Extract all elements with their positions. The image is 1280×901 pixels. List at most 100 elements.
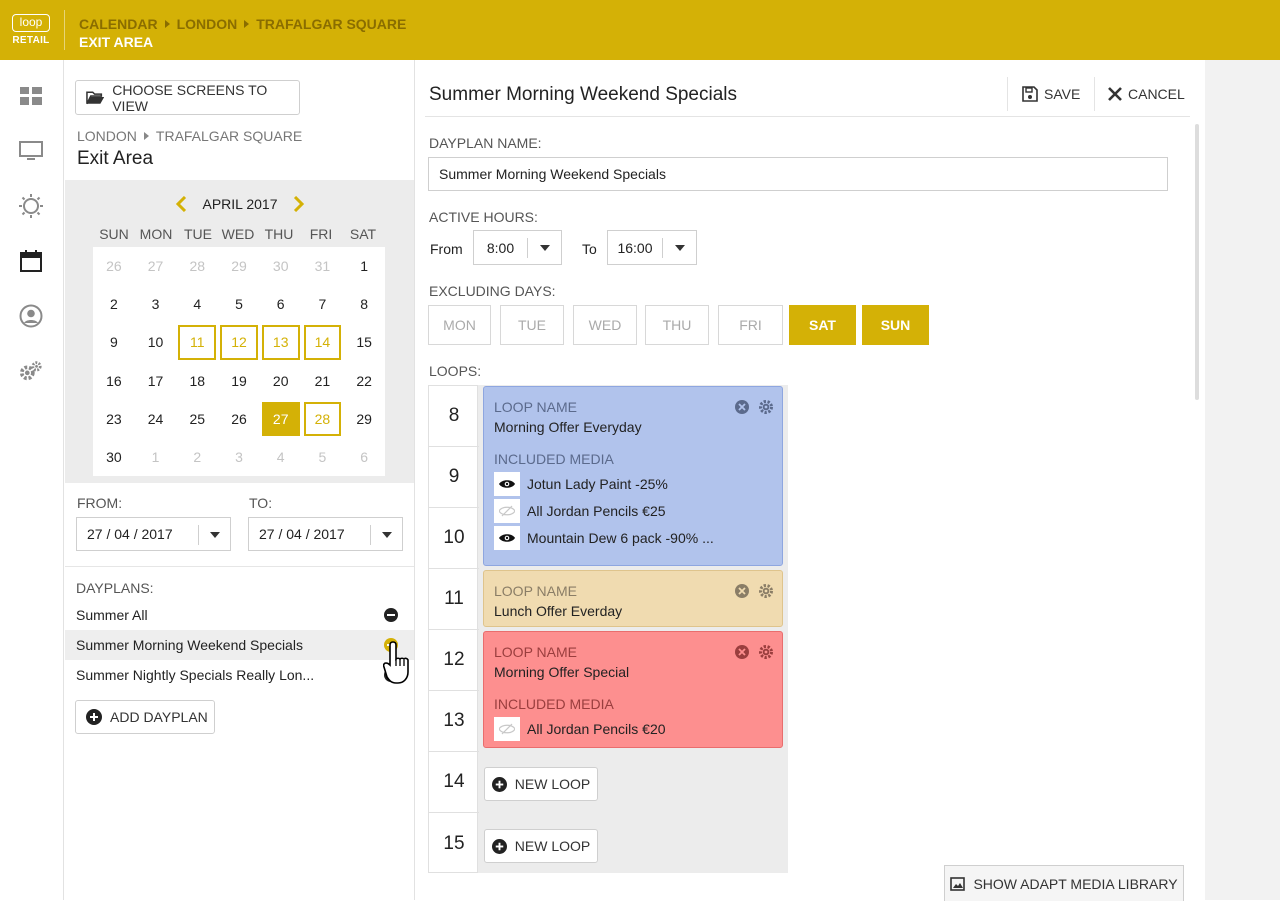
dayplan-item-active[interactable]: Summer Morning Weekend Specials [65,630,414,660]
calendar-day[interactable]: 31 [302,247,344,285]
screen-icon[interactable] [19,139,43,163]
calendar-day[interactable]: 17 [135,362,177,400]
settings-icon[interactable] [19,359,43,383]
breadcrumb-london[interactable]: LONDON [177,16,238,32]
calendar-day[interactable]: 5 [218,285,260,323]
remove-circle-icon[interactable] [734,644,750,660]
from-hour-select[interactable]: 8:00 [473,230,562,265]
logo[interactable]: loop RETAIL [12,14,50,46]
calendar-day[interactable]: 15 [343,323,385,361]
calendar-day[interactable]: 2 [176,438,218,476]
eye-off-icon[interactable] [494,499,520,523]
eye-icon[interactable] [494,526,520,550]
day-toggle-wed[interactable]: WED [573,305,637,345]
calendar-day[interactable]: 16 [93,362,135,400]
scrollbar[interactable] [1195,124,1199,400]
calendar-day-highlighted[interactable]: 14 [302,323,344,361]
day-toggle-tue[interactable]: TUE [500,305,564,345]
calendar-day[interactable]: 28 [176,247,218,285]
calendar-icon[interactable] [19,249,43,273]
calendar-day[interactable]: 21 [302,362,344,400]
calendar-day[interactable]: 24 [135,400,177,438]
eye-off-icon[interactable] [494,717,520,741]
new-loop-button[interactable]: NEW LOOP [484,767,598,801]
cancel-label: CANCEL [1128,86,1185,102]
chevron-down-icon[interactable] [370,525,402,545]
remove-icon[interactable] [384,608,398,622]
calendar-day[interactable]: 3 [135,285,177,323]
cancel-button[interactable]: CANCEL [1108,86,1185,102]
location-place[interactable]: TRAFALGAR SQUARE [156,128,302,144]
gear-icon[interactable] [758,399,774,415]
new-loop-button[interactable]: NEW LOOP [484,829,598,863]
dashboard-icon[interactable] [19,84,43,108]
day-toggle-sun[interactable]: SUN [862,305,929,345]
loop-card[interactable]: LOOP NAME Morning Offer Everyday INCLUDE… [483,386,783,566]
chevron-down-icon[interactable] [198,525,230,545]
calendar-day[interactable]: 29 [218,247,260,285]
topbar-divider [64,10,65,50]
account-icon[interactable] [19,304,43,328]
add-dayplan-button[interactable]: ADD DAYPLAN [75,700,215,734]
calendar-day[interactable]: 20 [260,362,302,400]
calendar-day[interactable]: 30 [260,247,302,285]
calendar-day[interactable]: 29 [343,400,385,438]
remove-circle-icon[interactable] [734,399,750,415]
loop-card[interactable]: LOOP NAME Lunch Offer Everday [483,570,783,627]
save-button[interactable]: SAVE [1022,86,1080,102]
day-toggle-thu[interactable]: THU [645,305,709,345]
calendar-day-highlighted[interactable]: 13 [260,323,302,361]
calendar-day[interactable]: 26 [93,247,135,285]
calendar-day[interactable]: 25 [176,400,218,438]
calendar-day[interactable]: 18 [176,362,218,400]
calendar-day[interactable]: 4 [260,438,302,476]
calendar-day[interactable]: 8 [343,285,385,323]
gear-icon[interactable] [758,644,774,660]
chevron-down-icon[interactable] [527,237,561,258]
eye-icon[interactable] [494,472,520,496]
loop-card[interactable]: LOOP NAME Morning Offer Special INCLUDED… [483,631,783,748]
calendar-day[interactable]: 19 [218,362,260,400]
calendar-day[interactable]: 30 [93,438,135,476]
dayplan-name-input[interactable]: Summer Morning Weekend Specials [428,157,1168,191]
calendar-day[interactable]: 22 [343,362,385,400]
dayplan-item[interactable]: Summer Nightly Specials Really Lon... [65,660,414,690]
day-toggle-mon[interactable]: MON [428,305,491,345]
chevron-down-icon[interactable] [662,237,696,258]
calendar-day[interactable]: 26 [218,400,260,438]
calendar-day[interactable]: 6 [343,438,385,476]
calendar-day[interactable]: 1 [343,247,385,285]
brightness-icon[interactable] [19,194,43,218]
calendar-day[interactable]: 9 [93,323,135,361]
chevron-right-icon[interactable] [293,196,305,212]
calendar-day[interactable]: 27 [135,247,177,285]
gear-icon[interactable] [758,583,774,599]
choose-screens-button[interactable]: CHOOSE SCREENS TO VIEW [75,80,300,115]
location-city[interactable]: LONDON [77,128,137,144]
dayplan-name: Summer Nightly Specials Really Lon... [76,667,315,683]
from-date-field[interactable]: 27 / 04 / 2017 [76,517,231,551]
to-date-field[interactable]: 27 / 04 / 2017 [248,517,403,551]
calendar-day[interactable]: 2 [93,285,135,323]
calendar-day-highlighted[interactable]: 11 [176,323,218,361]
calendar-day[interactable]: 1 [135,438,177,476]
breadcrumb-calendar[interactable]: CALENDAR [79,16,158,32]
to-hour-select[interactable]: 16:00 [607,230,697,265]
calendar-day[interactable]: 10 [135,323,177,361]
calendar-day[interactable]: 7 [302,285,344,323]
remove-circle-icon[interactable] [734,583,750,599]
calendar-day[interactable]: 6 [260,285,302,323]
calendar-day[interactable]: 3 [218,438,260,476]
show-media-library-button[interactable]: SHOW ADAPT MEDIA LIBRARY [944,865,1184,901]
calendar-day-highlighted[interactable]: 28 [302,400,344,438]
calendar-day[interactable]: 23 [93,400,135,438]
day-toggle-fri[interactable]: FRI [718,305,783,345]
calendar-day-highlighted[interactable]: 12 [218,323,260,361]
calendar-day-selected[interactable]: 27 [260,400,302,438]
breadcrumb-trafalgar[interactable]: TRAFALGAR SQUARE [256,16,406,32]
calendar-day[interactable]: 5 [302,438,344,476]
calendar-day[interactable]: 4 [176,285,218,323]
day-toggle-sat[interactable]: SAT [789,305,856,345]
chevron-left-icon[interactable] [175,196,187,212]
dayplan-item[interactable]: Summer All [65,600,414,630]
